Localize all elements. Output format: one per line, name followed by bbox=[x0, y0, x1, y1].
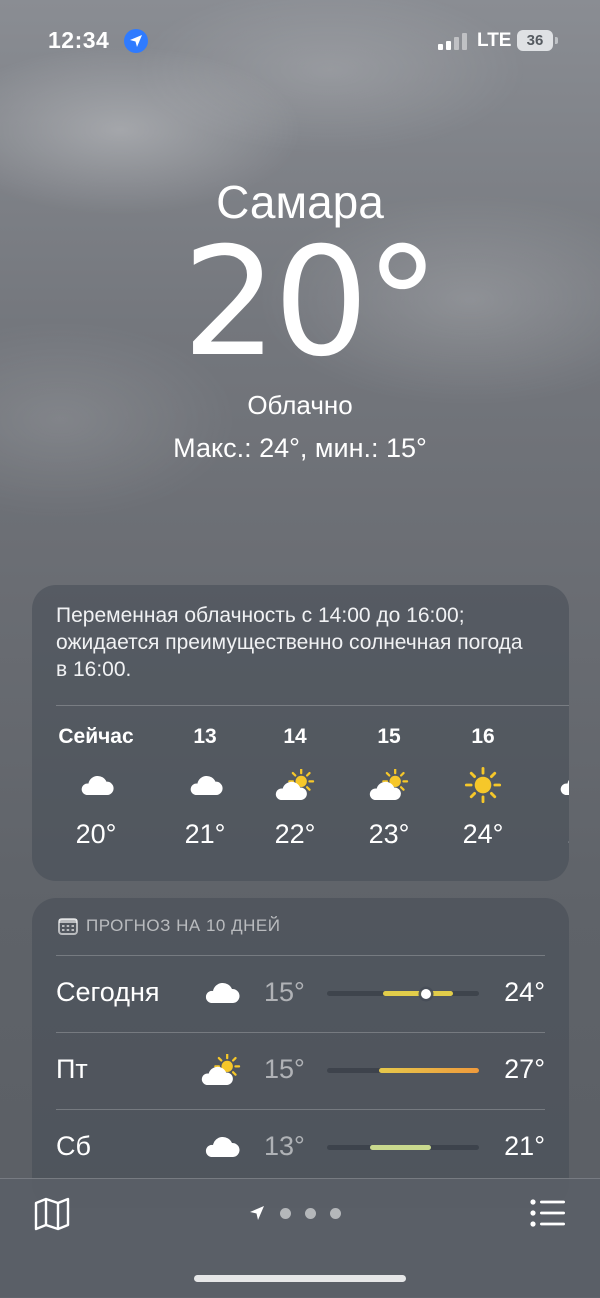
day-row[interactable]: Сегодня 15° 24° bbox=[32, 955, 569, 1033]
partly-sunny-icon bbox=[349, 755, 429, 815]
cloud-icon bbox=[196, 973, 246, 1013]
cloud-icon bbox=[196, 1127, 246, 1167]
location-arrow-icon bbox=[124, 29, 148, 53]
home-indicator bbox=[194, 1275, 406, 1282]
current-condition: Облачно bbox=[247, 390, 353, 420]
hour-item: 14 22° bbox=[255, 725, 335, 850]
partly-sunny-icon bbox=[255, 755, 335, 815]
hour-label: 14 bbox=[283, 725, 307, 748]
battery-indicator: 36 bbox=[517, 30, 553, 51]
hour-temperature: 2 bbox=[535, 819, 569, 850]
temperature-range-bar bbox=[327, 1068, 479, 1073]
hour-temperature: 24° bbox=[462, 819, 504, 849]
hour-label: 16 bbox=[471, 725, 495, 748]
cloud-icon bbox=[535, 755, 569, 815]
hour-temperature: 22° bbox=[274, 819, 316, 849]
hour-item: 12 bbox=[535, 725, 569, 850]
partly-sunny-icon bbox=[196, 1050, 246, 1090]
high-temperature: 24° bbox=[504, 977, 545, 1007]
hour-label: Сейчас bbox=[58, 725, 134, 748]
hour-item: 16 24° bbox=[443, 725, 523, 850]
high-low-temperature: Макс.: 24°, мин.: 15° bbox=[173, 433, 427, 463]
low-temperature: 15° bbox=[264, 1054, 305, 1084]
cloud-icon bbox=[54, 755, 138, 815]
cellular-signal-icon bbox=[438, 32, 468, 50]
sun-icon bbox=[443, 755, 523, 815]
calendar-icon bbox=[58, 918, 78, 935]
page-dot[interactable] bbox=[280, 1207, 291, 1219]
day-name: Сб bbox=[56, 1131, 91, 1161]
hourly-forecast-card[interactable]: Переменная облачность с 14:00 до 16:00; … bbox=[32, 585, 569, 881]
temperature-range-fill bbox=[379, 1068, 479, 1073]
list-icon[interactable] bbox=[530, 1199, 566, 1232]
low-temperature: 13° bbox=[264, 1131, 305, 1161]
day-name: Сегодня bbox=[56, 977, 160, 1007]
battery-tip bbox=[555, 37, 558, 44]
hour-temperature: 21° bbox=[184, 819, 226, 849]
cloud-icon bbox=[165, 755, 245, 815]
forecast-title: ПРОГНОЗ НА 10 ДНЕЙ bbox=[86, 916, 281, 935]
temperature-range-bar bbox=[327, 988, 479, 999]
temperature-range-fill bbox=[383, 991, 453, 996]
high-temperature: 27° bbox=[504, 1054, 545, 1084]
map-icon[interactable] bbox=[34, 1197, 70, 1236]
current-location-icon bbox=[250, 1206, 264, 1220]
day-row[interactable]: Сб 13° 21° bbox=[32, 1109, 569, 1187]
current-temp-marker bbox=[421, 988, 431, 999]
day-row[interactable]: Пт 15° 27° bbox=[32, 1032, 569, 1110]
network-type: LTE bbox=[477, 30, 512, 51]
page-dot[interactable] bbox=[330, 1207, 341, 1219]
divider bbox=[56, 705, 569, 706]
forecast-header: ПРОГНОЗ НА 10 ДНЕЙ bbox=[58, 916, 280, 936]
day-name: Пт bbox=[56, 1054, 88, 1084]
hour-label: 1 bbox=[535, 725, 569, 755]
hour-item: 15 23° bbox=[349, 725, 429, 850]
temperature-range-fill bbox=[370, 1145, 431, 1150]
hour-temperature: 20° bbox=[75, 819, 117, 849]
temperature-range-bar bbox=[327, 1145, 479, 1150]
ten-day-forecast-card[interactable]: ПРОГНОЗ НА 10 ДНЕЙ Сегодня 15° 24° Пт 15° 27°… bbox=[32, 898, 569, 1208]
hour-label: 15 bbox=[377, 725, 401, 748]
hour-label: 13 bbox=[193, 725, 217, 748]
status-time: 12:34 bbox=[48, 27, 110, 53]
page-indicator[interactable] bbox=[248, 1200, 341, 1226]
hour-item: 13 21° bbox=[165, 725, 245, 850]
hour-temperature: 23° bbox=[368, 819, 410, 849]
high-temperature: 21° bbox=[504, 1131, 545, 1161]
current-temperature: 20° bbox=[182, 216, 440, 390]
page-dot[interactable] bbox=[305, 1207, 316, 1219]
forecast-summary: Переменная облачность с 14:00 до 16:00; … bbox=[56, 604, 523, 681]
hour-item: Сейчас 20° bbox=[54, 725, 138, 850]
low-temperature: 15° bbox=[264, 977, 305, 1007]
